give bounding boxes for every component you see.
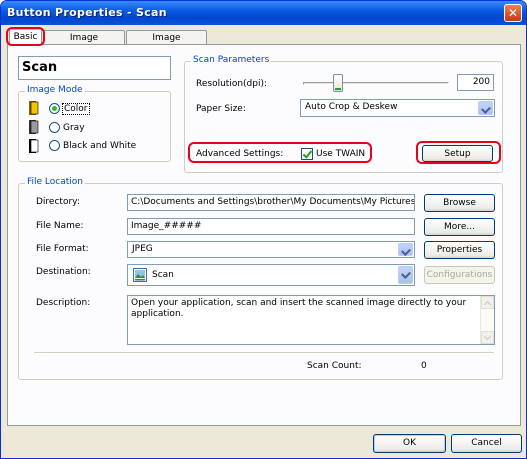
scan-app-icon bbox=[133, 268, 147, 282]
cancel-button[interactable]: Cancel bbox=[451, 434, 522, 453]
tab-image-adjustment[interactable]: Image Adjustment bbox=[43, 30, 125, 58]
resolution-slider-track[interactable] bbox=[303, 82, 449, 85]
destination-select[interactable]: Scan bbox=[127, 264, 415, 286]
window-title: Button Properties - Scan bbox=[7, 6, 167, 19]
scroll-up-icon[interactable] bbox=[481, 296, 494, 309]
close-button[interactable]: ✕ bbox=[504, 4, 522, 22]
description-field[interactable]: Open your application, scan and insert t… bbox=[127, 295, 495, 345]
bw-radio-label[interactable]: Black and White bbox=[63, 141, 136, 151]
gray-radio[interactable] bbox=[49, 122, 60, 133]
tab-image-processing[interactable]: Image Processing bbox=[126, 30, 207, 58]
advanced-settings-label: Advanced Settings: bbox=[196, 149, 284, 159]
destination-value: Scan bbox=[152, 270, 174, 280]
scan-parameters-legend: Scan Parameters bbox=[191, 55, 272, 65]
more-button[interactable]: More... bbox=[424, 218, 495, 236]
paper-size-select[interactable]: Auto Crop & Deskew bbox=[300, 99, 495, 117]
color-radio-label[interactable]: Color bbox=[62, 103, 90, 115]
image-mode-group: Image Mode Color Gray Black and White bbox=[18, 85, 171, 162]
description-label: Description: bbox=[36, 298, 91, 308]
divider bbox=[34, 352, 494, 354]
bw-mode-icon bbox=[29, 139, 39, 153]
scan-count-label: Scan Count: bbox=[307, 361, 362, 371]
button-properties-dialog: Button Properties - Scan ✕ Basic Image A… bbox=[0, 0, 527, 459]
gray-mode-icon bbox=[29, 120, 39, 134]
file-location-legend: File Location bbox=[25, 177, 85, 187]
color-mode-icon bbox=[29, 101, 39, 115]
title-bar[interactable]: Button Properties - Scan ✕ bbox=[1, 1, 526, 25]
file-name-field[interactable]: Image_##### bbox=[127, 218, 415, 235]
file-format-label: File Format: bbox=[36, 244, 89, 254]
chevron-down-icon[interactable] bbox=[398, 266, 413, 284]
resolution-value-field[interactable]: 200 bbox=[457, 74, 494, 91]
destination-label: Destination: bbox=[36, 267, 91, 277]
browse-button[interactable]: Browse bbox=[424, 194, 495, 212]
tab-basic[interactable]: Basic bbox=[9, 28, 42, 45]
file-location-group: File Location Directory: C:\Documents an… bbox=[18, 177, 503, 380]
ok-button[interactable]: OK bbox=[373, 434, 446, 453]
chevron-down-icon[interactable] bbox=[478, 101, 493, 115]
properties-button[interactable]: Properties bbox=[424, 241, 495, 259]
scroll-down-icon[interactable] bbox=[481, 331, 494, 344]
paper-size-value: Auto Crop & Deskew bbox=[305, 102, 398, 112]
resolution-label: Resolution(dpi): bbox=[196, 79, 268, 89]
color-radio[interactable] bbox=[49, 103, 60, 114]
bw-radio[interactable] bbox=[49, 140, 60, 151]
chevron-down-icon[interactable] bbox=[398, 243, 413, 256]
button-name-field[interactable]: Scan bbox=[18, 56, 171, 80]
configurations-button: Configurations bbox=[424, 266, 495, 284]
file-format-value: JPEG bbox=[132, 244, 153, 254]
use-twain-checkbox[interactable] bbox=[301, 148, 313, 160]
use-twain-label[interactable]: Use TWAIN bbox=[316, 149, 365, 159]
description-scrollbar[interactable] bbox=[480, 296, 494, 344]
gray-radio-label[interactable]: Gray bbox=[63, 123, 85, 133]
file-format-select[interactable]: JPEG bbox=[127, 241, 415, 258]
scan-count-value: 0 bbox=[421, 361, 427, 371]
file-name-label: File Name: bbox=[36, 221, 84, 231]
directory-label: Directory: bbox=[36, 197, 80, 207]
resolution-slider-thumb[interactable] bbox=[333, 74, 343, 92]
scan-parameters-group: Scan Parameters Resolution(dpi): 200 Pap… bbox=[184, 55, 503, 173]
directory-field[interactable]: C:\Documents and Settings\brother\My Doc… bbox=[127, 194, 415, 211]
close-icon: ✕ bbox=[507, 6, 519, 20]
setup-button[interactable]: Setup bbox=[422, 145, 493, 162]
image-mode-legend: Image Mode bbox=[25, 85, 85, 95]
paper-size-label: Paper Size: bbox=[196, 104, 246, 114]
basic-tab-panel: Scan Image Mode Color Gray Black and Whi… bbox=[7, 44, 521, 426]
